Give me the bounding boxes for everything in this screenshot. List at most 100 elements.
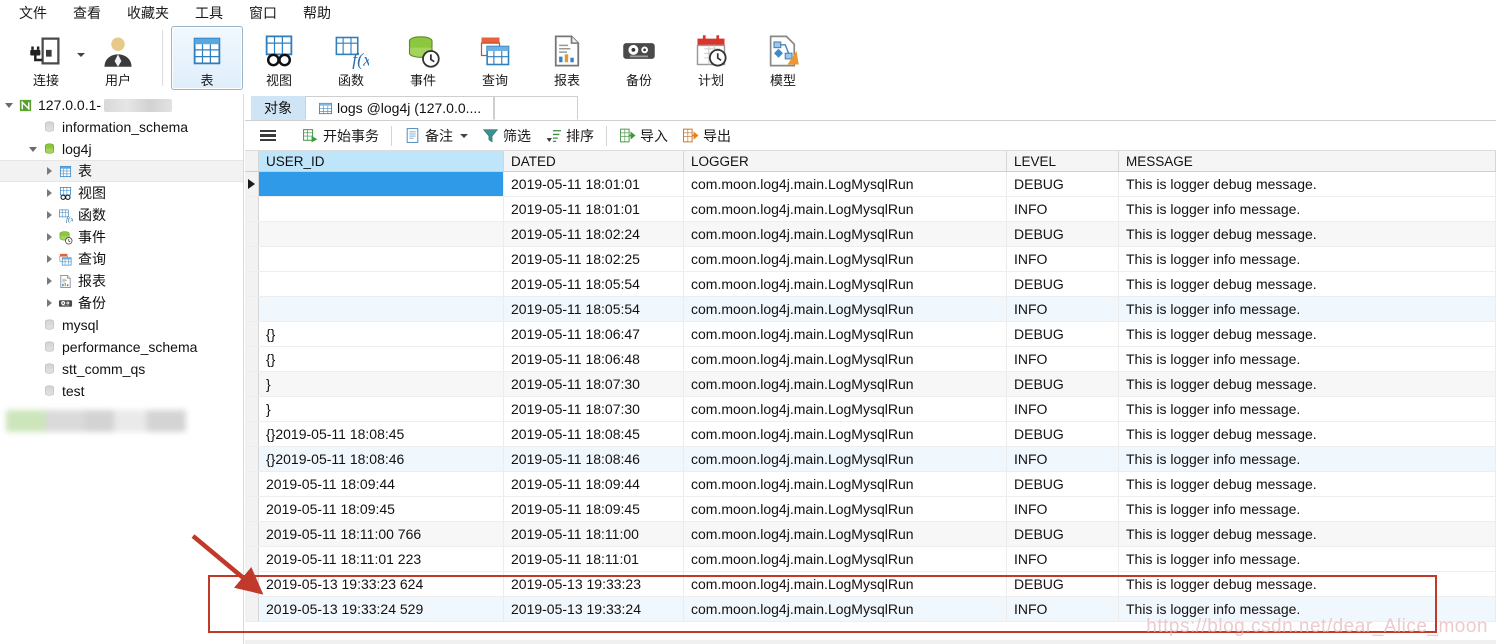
ribbon-button-事件[interactable]: 事件: [387, 26, 459, 90]
cell-LEVEL[interactable]: DEBUG: [1007, 372, 1119, 396]
cell-LOGGER[interactable]: com.moon.log4j.main.LogMysqlRun: [684, 497, 1007, 521]
cell-DATED[interactable]: 2019-05-11 18:06:47: [504, 322, 684, 346]
cell-DATED[interactable]: 2019-05-11 18:09:45: [504, 497, 684, 521]
menu-file[interactable]: 文件: [6, 0, 60, 26]
ribbon-button-用户[interactable]: 用户: [82, 26, 154, 90]
cell-LEVEL[interactable]: INFO: [1007, 447, 1119, 471]
twisty-closed-icon[interactable]: [42, 274, 56, 288]
cell-LEVEL[interactable]: DEBUG: [1007, 422, 1119, 446]
table-row[interactable]: 2019-05-11 18:09:45 2019-05-11 18:09:45 co…: [245, 497, 1496, 522]
cell-MESSAGE[interactable]: This is logger debug message.: [1119, 472, 1496, 496]
tab-logs-table[interactable]: logs @log4j (127.0.0....: [305, 96, 495, 120]
sidebar-item-备份[interactable]: 备份: [0, 292, 243, 314]
menu-favorites[interactable]: 收藏夹: [114, 0, 182, 26]
table-row[interactable]: {}2019-05-11 18:08:45 2019-05-11 18:08:45…: [245, 422, 1496, 447]
ribbon-button-模型[interactable]: 模型: [747, 26, 819, 90]
column-header-LEVEL[interactable]: LEVEL: [1007, 151, 1119, 171]
cell-DATED[interactable]: 2019-05-11 18:07:30: [504, 397, 684, 421]
cell-MESSAGE[interactable]: This is logger info message.: [1119, 547, 1496, 571]
row-selector[interactable]: [245, 447, 259, 471]
column-header-DATED[interactable]: DATED: [504, 151, 684, 171]
column-header-MESSAGE[interactable]: MESSAGE: [1119, 151, 1496, 171]
cell-MESSAGE[interactable]: This is logger info message.: [1119, 397, 1496, 421]
cell-DATED[interactable]: 2019-05-11 18:11:00: [504, 522, 684, 546]
cell-LEVEL[interactable]: INFO: [1007, 347, 1119, 371]
cell-LEVEL[interactable]: INFO: [1007, 247, 1119, 271]
cell-DATED[interactable]: 2019-05-13 19:33:23: [504, 572, 684, 596]
cell-LEVEL[interactable]: DEBUG: [1007, 272, 1119, 296]
cell-MESSAGE[interactable]: This is logger info message.: [1119, 447, 1496, 471]
cell-DATED[interactable]: 2019-05-11 18:01:01: [504, 172, 684, 196]
cell-LEVEL[interactable]: DEBUG: [1007, 572, 1119, 596]
cell-LEVEL[interactable]: INFO: [1007, 397, 1119, 421]
cell-DATED[interactable]: 2019-05-13 19:33:24: [504, 597, 684, 621]
table-row[interactable]: 2019-05-11 18:05:54 com.moon.log4j.main.L…: [245, 297, 1496, 322]
cell-DATED[interactable]: 2019-05-11 18:05:54: [504, 297, 684, 321]
cell-LOGGER[interactable]: com.moon.log4j.main.LogMysqlRun: [684, 172, 1007, 196]
cell-MESSAGE[interactable]: This is logger debug message.: [1119, 372, 1496, 396]
cell-USER_ID[interactable]: 2019-05-13 19:33:23 624: [259, 572, 504, 596]
row-selector[interactable]: [245, 247, 259, 271]
ribbon-button-查询[interactable]: 查询: [459, 26, 531, 90]
grid-toolbar-note[interactable]: 备注: [397, 124, 475, 148]
twisty-open-icon[interactable]: [2, 98, 16, 112]
sidebar-item-视图[interactable]: 视图: [0, 182, 243, 204]
twisty-closed-icon[interactable]: [42, 252, 56, 266]
cell-MESSAGE[interactable]: This is logger debug message.: [1119, 422, 1496, 446]
twisty-closed-icon[interactable]: [42, 230, 56, 244]
table-row[interactable]: 2019-05-11 18:02:24 com.moon.log4j.main.L…: [245, 222, 1496, 247]
table-row[interactable]: 2019-05-11 18:11:00 766 2019-05-11 18:11:…: [245, 522, 1496, 547]
table-row[interactable]: 2019-05-11 18:02:25 com.moon.log4j.main.L…: [245, 247, 1496, 272]
row-selector[interactable]: [245, 522, 259, 546]
column-header-LOGGER[interactable]: LOGGER: [684, 151, 1007, 171]
cell-LOGGER[interactable]: com.moon.log4j.main.LogMysqlRun: [684, 422, 1007, 446]
table-row[interactable]: 2019-05-13 19:33:23 624 2019-05-13 19:33:…: [245, 572, 1496, 597]
table-row[interactable]: {}2019-05-11 18:08:46 2019-05-11 18:08:46…: [245, 447, 1496, 472]
row-selector[interactable]: [245, 272, 259, 296]
row-selector[interactable]: [245, 197, 259, 221]
cell-DATED[interactable]: 2019-05-11 18:07:30: [504, 372, 684, 396]
row-selector[interactable]: [245, 172, 259, 196]
menu-view[interactable]: 查看: [60, 0, 114, 26]
sidebar-item-函数[interactable]: f(x) 函数: [0, 204, 243, 226]
cell-LEVEL[interactable]: DEBUG: [1007, 472, 1119, 496]
object-tree-sidebar[interactable]: 127.0.0.1- information_schema log4j 表视图 f(x)…: [0, 94, 244, 644]
sidebar-item-log4j[interactable]: log4j: [0, 138, 243, 160]
grid-toolbar-import[interactable]: 导入: [612, 124, 675, 148]
ribbon-button-函数[interactable]: f(x) 函数: [315, 26, 387, 90]
chevron-down-icon[interactable]: [460, 133, 468, 138]
tab-strip[interactable]: 对象 logs @log4j (127.0.0....: [245, 94, 1496, 121]
cell-USER_ID[interactable]: {}2019-05-11 18:08:46: [259, 447, 504, 471]
row-selector[interactable]: [245, 397, 259, 421]
ribbon-button-报表[interactable]: 报表: [531, 26, 603, 90]
grid-toolbar-export[interactable]: 导出: [675, 124, 738, 148]
menu-tools[interactable]: 工具: [182, 0, 236, 26]
cell-MESSAGE[interactable]: This is logger info message.: [1119, 197, 1496, 221]
ribbon-button-备份[interactable]: 备份: [603, 26, 675, 90]
table-row[interactable]: 2019-05-11 18:01:01 com.moon.log4j.main.L…: [245, 172, 1496, 197]
ribbon-button-视图[interactable]: 视图: [243, 26, 315, 90]
row-selector[interactable]: [245, 547, 259, 571]
table-row[interactable]: } 2019-05-11 18:07:30 com.moon.log4j.main.…: [245, 372, 1496, 397]
sidebar-item-mysql[interactable]: mysql: [0, 314, 243, 336]
twisty-closed-icon[interactable]: [42, 164, 56, 178]
row-selector[interactable]: [245, 297, 259, 321]
cell-USER_ID[interactable]: }: [259, 397, 504, 421]
cell-DATED[interactable]: 2019-05-11 18:01:01: [504, 197, 684, 221]
cell-LEVEL[interactable]: DEBUG: [1007, 172, 1119, 196]
row-selector[interactable]: [245, 347, 259, 371]
cell-MESSAGE[interactable]: This is logger info message.: [1119, 347, 1496, 371]
twisty-closed-icon[interactable]: [42, 208, 56, 222]
cell-LEVEL[interactable]: DEBUG: [1007, 322, 1119, 346]
cell-LOGGER[interactable]: com.moon.log4j.main.LogMysqlRun: [684, 247, 1007, 271]
data-grid[interactable]: USER_ID DATED LOGGER LEVEL MESSAGE 2019-05-1…: [245, 150, 1496, 622]
cell-USER_ID[interactable]: {}2019-05-11 18:08:45: [259, 422, 504, 446]
cell-USER_ID[interactable]: [259, 272, 504, 296]
cell-USER_ID[interactable]: [259, 172, 504, 196]
table-row[interactable]: 2019-05-11 18:05:54 com.moon.log4j.main.L…: [245, 272, 1496, 297]
table-row[interactable]: 2019-05-11 18:09:44 2019-05-11 18:09:44 co…: [245, 472, 1496, 497]
table-row[interactable]: {} 2019-05-11 18:06:48 com.moon.log4j.main…: [245, 347, 1496, 372]
cell-MESSAGE[interactable]: This is logger debug message.: [1119, 172, 1496, 196]
cell-USER_ID[interactable]: [259, 222, 504, 246]
sidebar-item-stt_comm_qs[interactable]: stt_comm_qs: [0, 358, 243, 380]
